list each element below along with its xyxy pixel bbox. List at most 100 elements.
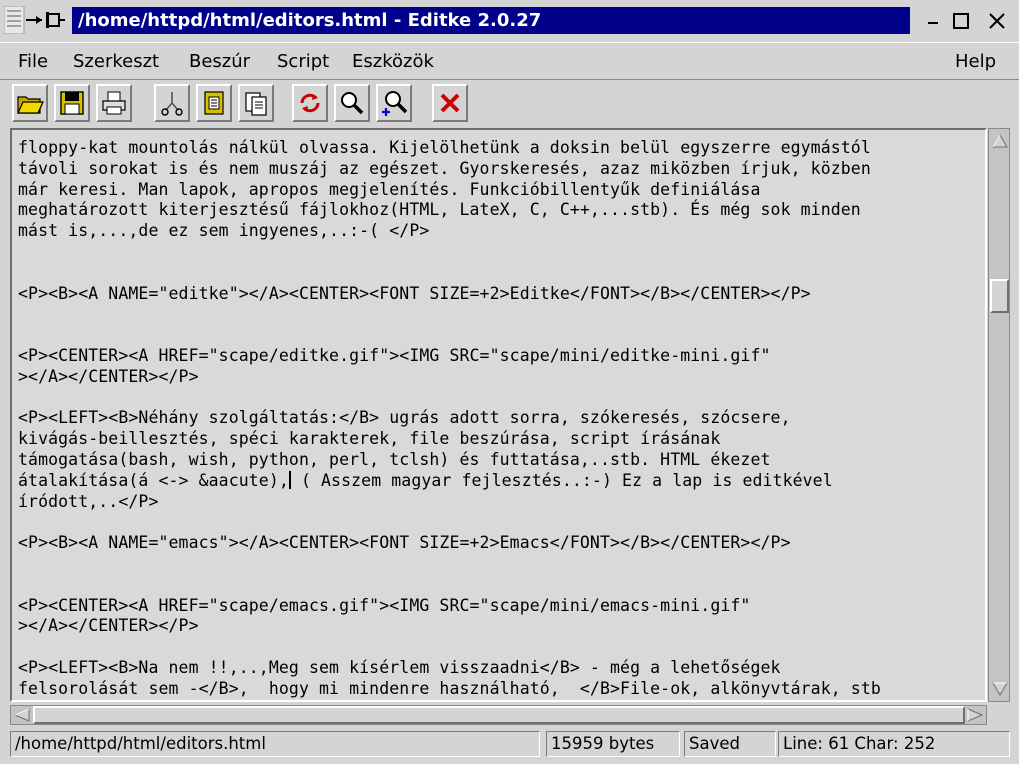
print-button[interactable] bbox=[96, 84, 132, 122]
editor-line-text: felsorolását sem -</B>, hogy mi mindenre… bbox=[18, 678, 881, 698]
editor-line[interactable] bbox=[18, 512, 980, 533]
status-cursor-position: Line: 61 Char: 252 bbox=[778, 731, 1010, 757]
scroll-up-button[interactable] bbox=[990, 131, 1009, 151]
vertical-scrollbar[interactable] bbox=[988, 128, 1010, 702]
editor-line[interactable]: <P><LEFT><B>Na nem !!,..,Meg sem kísérle… bbox=[18, 658, 980, 679]
editor-line[interactable]: floppy-kat mountolás nálkül olvassa. Kij… bbox=[18, 138, 980, 159]
arrow-down-icon bbox=[991, 682, 1008, 696]
menu-file[interactable]: File bbox=[18, 51, 48, 72]
editor-line[interactable]: meghatározott kiterjesztésű fájlokhoz(HT… bbox=[18, 200, 980, 221]
editor-line-text: ></A></CENTER></P> bbox=[18, 616, 199, 636]
cut-scissors-icon bbox=[161, 92, 183, 116]
editor-line-text: <P><LEFT><B>Néhány szolgáltatás:</B> ugr… bbox=[18, 408, 791, 428]
scroll-left-button[interactable] bbox=[11, 706, 33, 724]
editor-line[interactable] bbox=[18, 388, 980, 409]
maximize-icon bbox=[953, 13, 969, 29]
print-icon bbox=[102, 91, 126, 115]
editor-line[interactable] bbox=[18, 325, 980, 346]
status-save-state: Saved bbox=[684, 731, 776, 757]
editor-line[interactable]: <P><CENTER><A HREF="scape/emacs.gif"><IM… bbox=[18, 596, 980, 617]
vertical-scroll-thumb[interactable] bbox=[990, 279, 1009, 313]
cut-button[interactable] bbox=[154, 84, 190, 122]
editor-line[interactable]: támogatása(bash, wish, python, perl, tcl… bbox=[18, 450, 980, 471]
editor-line-text: távoli sorokat is és nem muszáj az egész… bbox=[18, 158, 871, 178]
editor-line-text: mást is,...,de ez sem ingyenes,..:-( </P… bbox=[18, 221, 430, 241]
paste-button[interactable] bbox=[238, 84, 274, 122]
editor-content[interactable]: floppy-kat mountolás nálkül olvassa. Kij… bbox=[18, 138, 980, 700]
editor-line-text: floppy-kat mountolás nálkül olvassa. Kij… bbox=[18, 138, 871, 157]
editor-line[interactable]: felsorolását sem -</B>, hogy mi mindenre… bbox=[18, 679, 980, 700]
editor-line[interactable] bbox=[18, 575, 980, 596]
find-button[interactable] bbox=[334, 84, 370, 122]
copy-icon bbox=[204, 91, 224, 115]
save-button[interactable] bbox=[54, 84, 90, 122]
reload-button[interactable] bbox=[292, 84, 328, 122]
scroll-right-button[interactable] bbox=[964, 706, 986, 724]
arrow-right-icon bbox=[967, 708, 983, 722]
close-file-button[interactable] bbox=[432, 84, 468, 122]
arrow-up-icon bbox=[991, 134, 1008, 148]
minimize-icon bbox=[928, 22, 938, 24]
close-icon bbox=[989, 13, 1005, 29]
find-next-button[interactable] bbox=[376, 84, 412, 122]
text-editor[interactable]: floppy-kat mountolás nálkül olvassa. Kij… bbox=[10, 128, 987, 702]
editor-line[interactable]: íródott,..</P> bbox=[18, 492, 980, 513]
editor-line[interactable]: átalakítása(á <-> &aacute), ( Asszem mag… bbox=[18, 470, 980, 492]
editor-line[interactable]: <P><CENTER><A HREF="scape/editke.gif"><I… bbox=[18, 346, 980, 367]
editor-line[interactable]: mást is,...,de ez sem ingyenes,..:-( </P… bbox=[18, 221, 980, 242]
open-folder-icon bbox=[17, 96, 44, 114]
close-x-icon bbox=[440, 93, 460, 113]
menu-bar: File Szerkeszt Beszúr Script Eszközök He… bbox=[0, 42, 1019, 80]
horizontal-scrollbar[interactable] bbox=[10, 705, 987, 725]
save-disk-icon bbox=[60, 91, 84, 115]
paste-icon bbox=[245, 92, 267, 116]
find-next-icon bbox=[382, 91, 408, 116]
editor-line-text: ( Asszem magyar fejlesztés..:-) Ez a lap… bbox=[290, 470, 833, 490]
editor-line-text: kivágás-beillesztés, spéci karakterek, f… bbox=[18, 429, 721, 449]
editor-line[interactable]: ></A></CENTER></P> bbox=[18, 367, 980, 388]
editor-line[interactable]: <P><LEFT><B>Néhány szolgáltatás:</B> ugr… bbox=[18, 408, 980, 429]
menu-edit[interactable]: Szerkeszt bbox=[73, 51, 159, 72]
editor-line[interactable]: ></A></CENTER></P> bbox=[18, 616, 980, 637]
editor-line-text: <P><B><A NAME="editke"></A><CENTER><FONT… bbox=[18, 283, 811, 303]
find-icon bbox=[341, 92, 364, 115]
maximize-button[interactable] bbox=[948, 8, 974, 34]
editor-line[interactable]: már keresi. Man lapok, apropos megjelení… bbox=[18, 180, 980, 201]
editor-line[interactable] bbox=[18, 637, 980, 658]
horizontal-scroll-thumb[interactable] bbox=[33, 706, 965, 724]
editor-line[interactable]: távoli sorokat is és nem muszáj az egész… bbox=[18, 159, 980, 180]
copy-button[interactable] bbox=[196, 84, 232, 122]
editor-line[interactable] bbox=[18, 242, 980, 263]
editor-line-text: ></A></CENTER></P> bbox=[18, 366, 199, 386]
close-window-button[interactable] bbox=[984, 8, 1010, 34]
editor-line-text: <P><CENTER><A HREF="scape/emacs.gif"><IM… bbox=[18, 595, 751, 615]
open-button[interactable] bbox=[12, 84, 48, 122]
editor-line[interactable]: <P><B><A NAME="emacs"></A><CENTER><FONT … bbox=[18, 533, 980, 554]
menu-help[interactable]: Help bbox=[955, 51, 996, 72]
editor-line-text: íródott,..</P> bbox=[18, 491, 159, 511]
editor-line-text: <P><CENTER><A HREF="scape/editke.gif"><I… bbox=[18, 345, 771, 365]
editor-line[interactable] bbox=[18, 263, 980, 284]
menu-insert[interactable]: Beszúr bbox=[189, 51, 250, 72]
toolbar bbox=[0, 81, 1019, 125]
editor-line-text: átalakítása(á <-> &aacute), bbox=[18, 470, 289, 490]
editor-line[interactable]: kivágás-beillesztés, spéci karakterek, f… bbox=[18, 429, 980, 450]
editor-line-text: <P><B><A NAME="emacs"></A><CENTER><FONT … bbox=[18, 533, 791, 553]
status-file-size: 15959 bytes bbox=[546, 731, 680, 757]
menu-tools[interactable]: Eszközök bbox=[352, 51, 434, 72]
title-bar: /home/httpd/html/editors.html - Editke 2… bbox=[0, 0, 1019, 40]
menu-script[interactable]: Script bbox=[277, 51, 329, 72]
scroll-down-button[interactable] bbox=[990, 679, 1009, 699]
editor-line-text: <P><LEFT><B>Na nem !!,..,Meg sem kísérle… bbox=[18, 657, 781, 677]
editor-line[interactable] bbox=[18, 554, 980, 575]
editor-line-text: támogatása(bash, wish, python, perl, tcl… bbox=[18, 449, 771, 469]
editor-line-text: meghatározott kiterjesztésű fájlokhoz(HT… bbox=[18, 200, 861, 220]
window-title: /home/httpd/html/editors.html - Editke 2… bbox=[72, 7, 910, 34]
minimize-button[interactable] bbox=[920, 8, 946, 34]
editor-line[interactable] bbox=[18, 304, 980, 325]
editor-line[interactable]: <P><B><A NAME="editke"></A><CENTER><FONT… bbox=[18, 284, 980, 305]
status-file-path: /home/httpd/html/editors.html bbox=[10, 731, 540, 757]
editor-line-text: már keresi. Man lapok, apropos megjelení… bbox=[18, 179, 761, 199]
window-menu-icon[interactable] bbox=[3, 5, 66, 35]
reload-icon bbox=[300, 93, 320, 113]
